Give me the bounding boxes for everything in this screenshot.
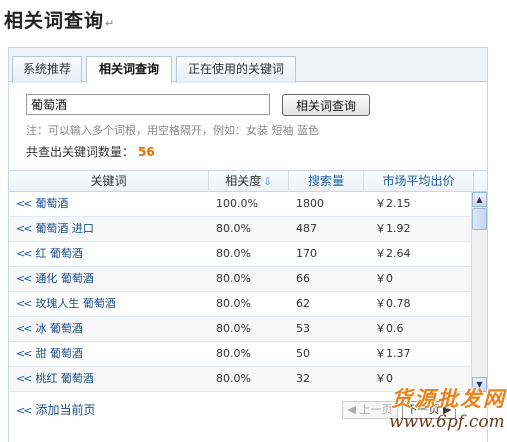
- scroll-down-arrow-icon[interactable]: ▼: [472, 377, 487, 392]
- table-row: << 红 葡萄酒 80.0% 170 ￥2.64: [9, 242, 471, 267]
- price-cell: ￥0: [375, 372, 393, 385]
- table-footer: << 添加当前页 ◀ 上一页 下一页 ▶: [9, 396, 487, 424]
- add-keyword-icon[interactable]: <<: [16, 222, 33, 235]
- relevance-cell: 80.0%: [216, 272, 251, 285]
- header-average-bid[interactable]: 市场平均出价: [364, 171, 474, 192]
- result-count: 共查出关键词数量： 56: [26, 143, 155, 160]
- add-keyword-icon[interactable]: <<: [16, 297, 33, 310]
- add-current-page-label: 添加当前页: [35, 403, 96, 417]
- keyword-text[interactable]: 葡萄酒: [35, 197, 68, 210]
- keyword-panel: 系统推荐 相关词查询 正在使用的关键词 相关词查询 注：可以输入多个词根，用空格…: [8, 47, 488, 442]
- price-cell: ￥0.78: [375, 297, 411, 310]
- keyword-cell: << 桃红 葡萄酒: [16, 367, 206, 391]
- keyword-text[interactable]: 通化 葡萄酒: [35, 272, 94, 285]
- next-arrow-icon: ▶: [443, 403, 452, 416]
- add-keyword-icon[interactable]: <<: [16, 272, 33, 285]
- prev-page-button[interactable]: ◀ 上一页: [342, 401, 398, 419]
- page-title-text: 相关词查询: [4, 10, 105, 32]
- search-hint: 注：可以输入多个词根，用空格隔开，例如：女装 短袖 蓝色: [26, 124, 319, 137]
- table-row: << 通化 葡萄酒 80.0% 66 ￥0: [9, 267, 471, 292]
- volume-cell: 66: [296, 272, 310, 285]
- table-row: << 葡萄酒 进口 80.0% 487 ￥1.92: [9, 217, 471, 242]
- keyword-text[interactable]: 甜 葡萄酒: [35, 347, 83, 360]
- tab-bar: 系统推荐 相关词查询 正在使用的关键词: [9, 48, 487, 83]
- table-scrollbar[interactable]: ▲ ▼: [471, 192, 487, 392]
- table-row: << 葡萄酒 100.0% 1800 ￥2.15: [9, 192, 471, 217]
- scroll-up-arrow-icon[interactable]: ▲: [472, 192, 487, 207]
- keyword-text[interactable]: 玫瑰人生 葡萄酒: [35, 297, 116, 310]
- price-cell: ￥0.6: [375, 322, 404, 335]
- add-keyword-icon[interactable]: <<: [16, 347, 33, 360]
- table-body: << 葡萄酒 100.0% 1800 ￥2.15 << 葡萄酒 进口 80.0% 4…: [9, 192, 471, 392]
- keyword-cell: << 冰 葡萄酒: [16, 317, 206, 341]
- volume-cell: 50: [296, 347, 310, 360]
- keyword-table: 关键词 相关度 ⇩ 搜索量 市场平均出价 << 葡萄酒 100.0% 1800 ￥2…: [9, 170, 487, 392]
- next-page-label: 下一页: [406, 403, 440, 416]
- tab-keywords-in-use[interactable]: 正在使用的关键词: [176, 56, 296, 83]
- price-cell: ￥2.64: [375, 247, 411, 260]
- paragraph-mark: ↵: [105, 17, 116, 30]
- keyword-text[interactable]: 冰 葡萄酒: [35, 322, 83, 335]
- tab-system-recommend[interactable]: 系统推荐: [12, 56, 82, 83]
- price-cell: ￥2.15: [375, 197, 411, 210]
- keyword-cell: << 葡萄酒 进口: [16, 217, 206, 241]
- volume-cell: 170: [296, 247, 317, 260]
- prev-page-label: 上一页: [359, 403, 393, 416]
- table-row: << 甜 葡萄酒 80.0% 50 ￥1.37: [9, 342, 471, 367]
- keyword-text[interactable]: 红 葡萄酒: [35, 247, 83, 260]
- relevance-cell: 80.0%: [216, 322, 251, 335]
- relevance-cell: 80.0%: [216, 247, 251, 260]
- sort-down-arrow-icon: ⇩: [263, 177, 272, 188]
- relevance-cell: 80.0%: [216, 297, 251, 310]
- table-row: << 桃红 葡萄酒 80.0% 32 ￥0: [9, 367, 471, 392]
- volume-cell: 487: [296, 222, 317, 235]
- price-cell: ￥1.92: [375, 222, 411, 235]
- page-title: 相关词查询↵: [4, 6, 115, 33]
- prev-arrow-icon: ◀: [347, 403, 356, 416]
- keyword-cell: << 玫瑰人生 葡萄酒: [16, 292, 206, 316]
- price-cell: ￥1.37: [375, 347, 411, 360]
- header-search-volume[interactable]: 搜索量: [289, 171, 364, 192]
- result-count-value: 56: [138, 145, 155, 159]
- keyword-cell: << 甜 葡萄酒: [16, 342, 206, 366]
- volume-cell: 32: [296, 372, 310, 385]
- result-count-label: 共查出关键词数量：: [26, 145, 135, 159]
- add-keyword-icon[interactable]: <<: [16, 247, 33, 260]
- related-query-button[interactable]: 相关词查询: [282, 94, 370, 116]
- keyword-text[interactable]: 桃红 葡萄酒: [35, 372, 94, 385]
- table-row: << 玫瑰人生 葡萄酒 80.0% 62 ￥0.78: [9, 292, 471, 317]
- table-header: 关键词 相关度 ⇩ 搜索量 市场平均出价: [9, 170, 487, 192]
- keyword-cell: << 葡萄酒: [16, 192, 206, 216]
- relevance-cell: 80.0%: [216, 222, 251, 235]
- keyword-search-input[interactable]: [26, 94, 270, 115]
- keyword-cell: << 红 葡萄酒: [16, 242, 206, 266]
- relevance-cell: 80.0%: [216, 347, 251, 360]
- volume-cell: 53: [296, 322, 310, 335]
- add-current-page-link[interactable]: << 添加当前页: [16, 401, 95, 418]
- add-keyword-icon[interactable]: <<: [16, 322, 33, 335]
- add-page-arrow-icon: <<: [16, 404, 33, 417]
- header-relevance[interactable]: 相关度 ⇩: [209, 171, 289, 192]
- scrollbar-thumb[interactable]: [472, 208, 487, 230]
- tab-related-query[interactable]: 相关词查询: [86, 56, 172, 83]
- volume-cell: 62: [296, 297, 310, 310]
- keyword-cell: << 通化 葡萄酒: [16, 267, 206, 291]
- header-relevance-label: 相关度: [225, 174, 262, 188]
- header-keyword: 关键词: [9, 171, 209, 192]
- add-keyword-icon[interactable]: <<: [16, 372, 33, 385]
- volume-cell: 1800: [296, 197, 324, 210]
- next-page-button[interactable]: 下一页 ▶: [402, 401, 456, 419]
- table-row: << 冰 葡萄酒 80.0% 53 ￥0.6: [9, 317, 471, 342]
- price-cell: ￥0: [375, 272, 393, 285]
- relevance-cell: 80.0%: [216, 372, 251, 385]
- add-keyword-icon[interactable]: <<: [16, 197, 33, 210]
- keyword-text[interactable]: 葡萄酒 进口: [35, 222, 94, 235]
- relevance-cell: 100.0%: [216, 197, 258, 210]
